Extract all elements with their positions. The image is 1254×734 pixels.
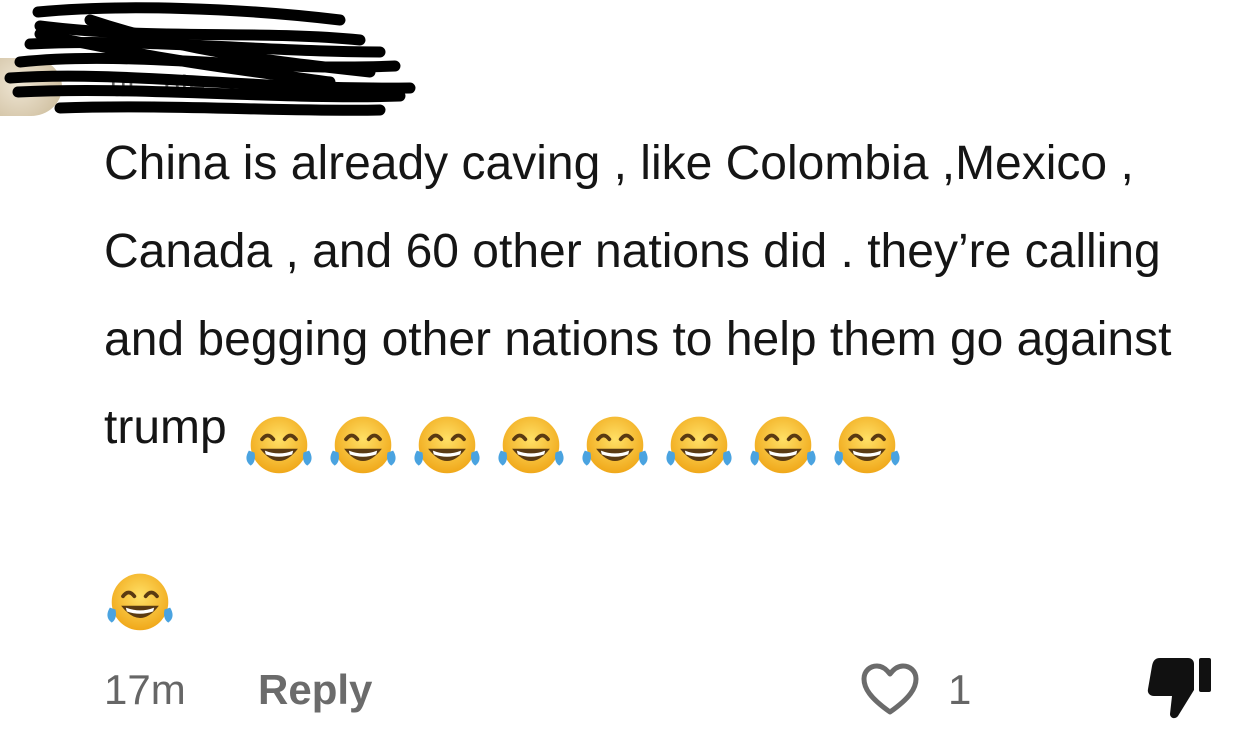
- comment-text: China is already caving , like Colombia …: [104, 120, 1224, 486]
- redaction-scribble: [4, 2, 416, 116]
- face-with-tears-of-joy-icon: [414, 416, 480, 474]
- face-with-tears-of-joy-icon: [246, 416, 312, 474]
- emoji-row: [241, 398, 913, 486]
- face-with-tears-of-joy-icon: [582, 416, 648, 474]
- heart-outline-icon[interactable]: [860, 662, 920, 718]
- face-with-tears-of-joy-icon: [107, 573, 173, 631]
- thumbs-down-icon[interactable]: [1144, 654, 1214, 720]
- comment-timestamp: 17m: [104, 666, 186, 713]
- like-count: 1: [948, 666, 972, 713]
- face-with-tears-of-joy-icon: [666, 416, 732, 474]
- face-with-tears-of-joy-icon: [330, 416, 396, 474]
- face-with-tears-of-joy-icon: [834, 416, 900, 474]
- face-with-tears-of-joy-icon: [498, 416, 564, 474]
- reply-button[interactable]: Reply: [258, 666, 372, 714]
- face-with-tears-of-joy-icon: [750, 416, 816, 474]
- comment-card: ul...ble China is already caving , like …: [0, 0, 1254, 734]
